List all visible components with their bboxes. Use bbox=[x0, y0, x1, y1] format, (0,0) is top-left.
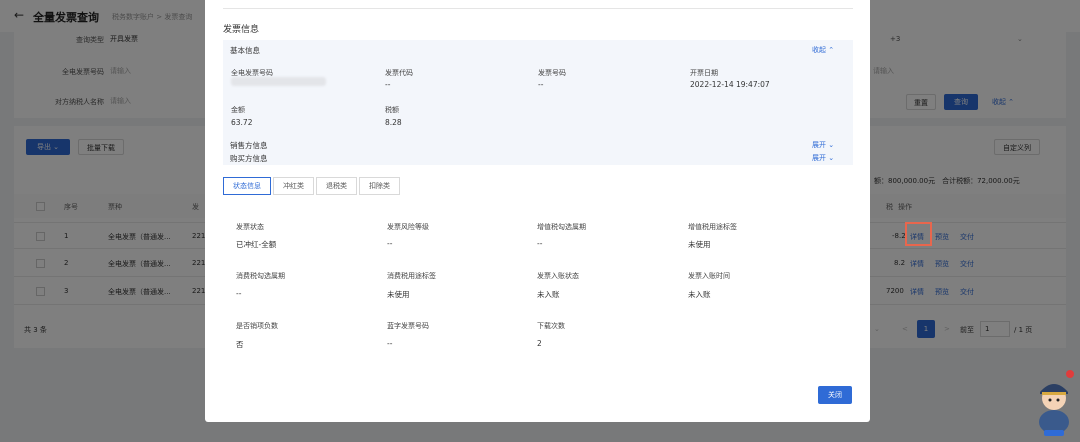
tab-red-reversal[interactable]: 冲红类 bbox=[273, 177, 314, 195]
entry-status-label: 发票入账状态 bbox=[537, 272, 579, 280]
consumption-check-period-label: 消费税勾选属期 bbox=[236, 272, 285, 280]
basic-info-panel: 基本信息 收起 ⌃ 全电发票号码 发票代码 -- 发票号码 -- 开票日期 20… bbox=[223, 40, 853, 165]
tax-value: 8.28 bbox=[385, 118, 402, 127]
consumption-use-tag-label: 消费税用途标签 bbox=[387, 272, 436, 280]
tax-label: 税额 bbox=[385, 106, 399, 114]
vat-check-period-label: 增值税勾选属期 bbox=[537, 223, 586, 231]
assistant-mascot-icon[interactable] bbox=[1030, 370, 1076, 438]
vat-use-tag-value: 未使用 bbox=[688, 240, 711, 249]
invoice-status-value: 已冲红-全额 bbox=[236, 240, 277, 249]
tab-status-info[interactable]: 状态信息 bbox=[223, 177, 271, 195]
entry-time-value: 未入账 bbox=[688, 290, 711, 299]
invoice-code-label: 发票代码 bbox=[385, 69, 413, 77]
blue-invoice-value: -- bbox=[387, 339, 393, 348]
basic-collapse-label: 收起 bbox=[812, 46, 826, 54]
issue-date-label: 开票日期 bbox=[690, 69, 718, 77]
entry-time-label: 发票入账时间 bbox=[688, 272, 730, 280]
blue-invoice-label: 蓝字发票号码 bbox=[387, 322, 429, 330]
seller-expand-button[interactable]: 展开 ⌄ bbox=[812, 140, 834, 150]
close-button[interactable]: 关闭 bbox=[818, 386, 852, 404]
invoice-info-modal: 发票信息 基本信息 收起 ⌃ 全电发票号码 发票代码 -- 发票号码 -- 开票… bbox=[205, 0, 870, 422]
tab-deduction[interactable]: 扣除类 bbox=[359, 177, 400, 195]
risk-level-label: 发票风险等级 bbox=[387, 223, 429, 231]
buyer-expand-button[interactable]: 展开 ⌄ bbox=[812, 153, 834, 163]
vat-check-period-value: -- bbox=[537, 239, 543, 248]
consumption-use-tag-value: 未使用 bbox=[387, 290, 410, 299]
risk-level-value: -- bbox=[387, 239, 393, 248]
detail-link-highlight bbox=[905, 222, 932, 246]
entry-status-value: 未入账 bbox=[537, 290, 560, 299]
vat-use-tag-label: 增值税用途标签 bbox=[688, 223, 737, 231]
download-count-value: 2 bbox=[537, 339, 542, 348]
buyer-info-title: 购买方信息 bbox=[230, 154, 268, 163]
seller-info-title: 销售方信息 bbox=[230, 141, 268, 150]
invoice-no-value-redacted bbox=[231, 77, 326, 86]
modal-top-divider bbox=[223, 8, 853, 9]
modal-title: 发票信息 bbox=[223, 25, 260, 35]
seller-expand-label: 展开 bbox=[812, 141, 826, 149]
invoice-number-label: 发票号码 bbox=[538, 69, 566, 77]
invoice-code-value: -- bbox=[385, 80, 391, 89]
buyer-expand-label: 展开 bbox=[812, 154, 826, 162]
tab-tax-refund[interactable]: 退税类 bbox=[316, 177, 357, 195]
negative-items-value: 否 bbox=[236, 340, 244, 349]
basic-collapse-button[interactable]: 收起 ⌃ bbox=[812, 45, 834, 55]
invoice-number-value: -- bbox=[538, 80, 544, 89]
issue-date-value: 2022-12-14 19:47:07 bbox=[690, 80, 770, 89]
basic-info-title: 基本信息 bbox=[230, 46, 260, 55]
amount-label: 金额 bbox=[231, 106, 245, 114]
negative-items-label: 是否销项负数 bbox=[236, 322, 278, 330]
download-count-label: 下载次数 bbox=[537, 322, 565, 330]
amount-value: 63.72 bbox=[231, 118, 253, 127]
consumption-check-period-value: -- bbox=[236, 289, 242, 298]
detail-tabs: 状态信息 冲红类 退税类 扣除类 bbox=[223, 177, 402, 195]
invoice-status-label: 发票状态 bbox=[236, 223, 264, 231]
